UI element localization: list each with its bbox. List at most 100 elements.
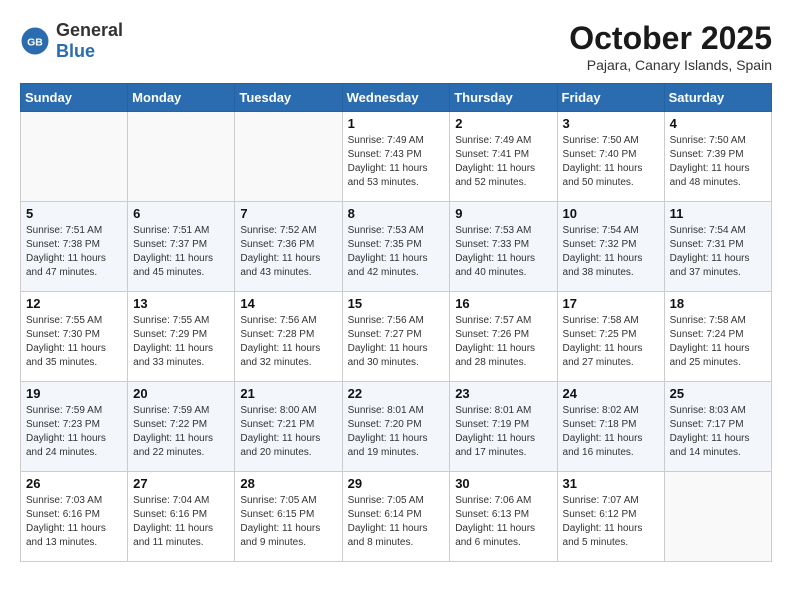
calendar-day-22: 22 Sunrise: 8:01 AMSunset: 7:20 PMDayligh… [342, 382, 450, 472]
day-info: Sunrise: 7:59 AMSunset: 7:23 PMDaylight:… [26, 404, 122, 460]
day-info: Sunrise: 8:01 AMSunset: 7:20 PMDaylight:… [348, 404, 445, 460]
logo-blue: Blue [56, 41, 95, 61]
day-info: Sunrise: 7:58 AMSunset: 7:25 PMDaylight:… [563, 314, 659, 370]
day-number: 13 [133, 296, 229, 311]
day-number: 22 [348, 386, 445, 401]
calendar-day-24: 24Sunrise: 8:02 AMSunset: 7:18 PMDayligh… [557, 382, 664, 472]
day-number: 4 [670, 116, 766, 131]
weekday-header-monday: Monday [128, 84, 235, 112]
day-number: 16 [455, 296, 551, 311]
calendar-day-29: 29 Sunrise: 7:05 AMSunset: 6:14 PMDayligh… [342, 472, 450, 562]
calendar-day-17: 17 Sunrise: 7:58 AMSunset: 7:25 PMDayligh… [557, 292, 664, 382]
day-info: Sunrise: 7:49 AMSunset: 7:41 PMDaylight:… [455, 134, 551, 190]
day-number: 21 [240, 386, 336, 401]
day-info: Sunrise: 7:03 AMSunset: 6:16 PMDaylight:… [26, 494, 122, 550]
calendar-day-25: 25 Sunrise: 8:03 AMSunset: 7:17 PMDayligh… [664, 382, 771, 472]
calendar-header-row: SundayMondayTuesdayWednesdayThursdayFrid… [21, 84, 772, 112]
page-header: GB General Blue October 2025 Pajara, Can… [20, 20, 772, 73]
day-number: 28 [240, 476, 336, 491]
day-info: Sunrise: 7:50 AMSunset: 7:40 PMDaylight:… [563, 134, 659, 190]
weekday-header-tuesday: Tuesday [235, 84, 342, 112]
day-info: Sunrise: 7:06 AMSunset: 6:13 PMDaylight:… [455, 494, 551, 550]
location-title: Pajara, Canary Islands, Spain [569, 57, 772, 73]
day-info: Sunrise: 7:59 AMSunset: 7:22 PMDaylight:… [133, 404, 229, 460]
day-number: 30 [455, 476, 551, 491]
day-number: 14 [240, 296, 336, 311]
day-number: 11 [670, 206, 766, 221]
day-number: 26 [26, 476, 122, 491]
calendar-day-20: 20Sunrise: 7:59 AMSunset: 7:22 PMDayligh… [128, 382, 235, 472]
day-info: Sunrise: 7:05 AMSunset: 6:15 PMDaylight:… [240, 494, 336, 550]
day-number: 2 [455, 116, 551, 131]
day-number: 31 [563, 476, 659, 491]
calendar-week-row: 12 Sunrise: 7:55 AMSunset: 7:30 PMDayligh… [21, 292, 772, 382]
calendar-week-row: 5 Sunrise: 7:51 AMSunset: 7:38 PMDaylight… [21, 202, 772, 292]
calendar-week-row: 26 Sunrise: 7:03 AMSunset: 6:16 PMDayligh… [21, 472, 772, 562]
day-info: Sunrise: 8:03 AMSunset: 7:17 PMDaylight:… [670, 404, 766, 460]
weekday-header-friday: Friday [557, 84, 664, 112]
calendar-day-6: 6Sunrise: 7:51 AMSunset: 7:37 PMDaylight… [128, 202, 235, 292]
calendar-day-empty [128, 112, 235, 202]
day-info: Sunrise: 7:57 AMSunset: 7:26 PMDaylight:… [455, 314, 551, 370]
calendar-day-empty [21, 112, 128, 202]
day-number: 5 [26, 206, 122, 221]
calendar-day-empty [664, 472, 771, 562]
day-info: Sunrise: 7:04 AMSunset: 6:16 PMDaylight:… [133, 494, 229, 550]
svg-text:GB: GB [27, 37, 43, 49]
title-block: October 2025 Pajara, Canary Islands, Spa… [569, 20, 772, 73]
day-info: Sunrise: 7:53 AMSunset: 7:35 PMDaylight:… [348, 224, 445, 280]
logo-general: General [56, 20, 123, 40]
calendar-day-empty [235, 112, 342, 202]
day-info: Sunrise: 7:05 AMSunset: 6:14 PMDaylight:… [348, 494, 445, 550]
calendar-week-row: 19 Sunrise: 7:59 AMSunset: 7:23 PMDayligh… [21, 382, 772, 472]
calendar-day-2: 2 Sunrise: 7:49 AMSunset: 7:41 PMDaylight… [450, 112, 557, 202]
calendar-day-31: 31 Sunrise: 7:07 AMSunset: 6:12 PMDayligh… [557, 472, 664, 562]
day-info: Sunrise: 7:49 AMSunset: 7:43 PMDaylight:… [348, 134, 445, 190]
day-info: Sunrise: 7:51 AMSunset: 7:38 PMDaylight:… [26, 224, 122, 280]
day-info: Sunrise: 7:55 AMSunset: 7:30 PMDaylight:… [26, 314, 122, 370]
day-number: 29 [348, 476, 445, 491]
logo-icon: GB [20, 26, 50, 56]
calendar-day-30: 30 Sunrise: 7:06 AMSunset: 6:13 PMDayligh… [450, 472, 557, 562]
day-info: Sunrise: 8:02 AMSunset: 7:18 PMDaylight:… [563, 404, 659, 460]
weekday-header-sunday: Sunday [21, 84, 128, 112]
day-info: Sunrise: 7:54 AMSunset: 7:32 PMDaylight:… [563, 224, 659, 280]
day-info: Sunrise: 8:00 AMSunset: 7:21 PMDaylight:… [240, 404, 336, 460]
day-number: 27 [133, 476, 229, 491]
calendar-day-15: 15 Sunrise: 7:56 AMSunset: 7:27 PMDayligh… [342, 292, 450, 382]
calendar-day-1: 1 Sunrise: 7:49 AMSunset: 7:43 PMDaylight… [342, 112, 450, 202]
calendar-day-16: 16 Sunrise: 7:57 AMSunset: 7:26 PMDayligh… [450, 292, 557, 382]
day-number: 25 [670, 386, 766, 401]
day-number: 17 [563, 296, 659, 311]
month-title: October 2025 [569, 20, 772, 57]
calendar-day-23: 23Sunrise: 8:01 AMSunset: 7:19 PMDayligh… [450, 382, 557, 472]
day-info: Sunrise: 7:56 AMSunset: 7:27 PMDaylight:… [348, 314, 445, 370]
calendar-table: SundayMondayTuesdayWednesdayThursdayFrid… [20, 83, 772, 562]
calendar-day-12: 12 Sunrise: 7:55 AMSunset: 7:30 PMDayligh… [21, 292, 128, 382]
day-info: Sunrise: 7:53 AMSunset: 7:33 PMDaylight:… [455, 224, 551, 280]
calendar-day-27: 27 Sunrise: 7:04 AMSunset: 6:16 PMDayligh… [128, 472, 235, 562]
calendar-day-8: 8 Sunrise: 7:53 AMSunset: 7:35 PMDaylight… [342, 202, 450, 292]
day-number: 8 [348, 206, 445, 221]
day-info: Sunrise: 7:56 AMSunset: 7:28 PMDaylight:… [240, 314, 336, 370]
calendar-day-26: 26 Sunrise: 7:03 AMSunset: 6:16 PMDayligh… [21, 472, 128, 562]
calendar-day-7: 7 Sunrise: 7:52 AMSunset: 7:36 PMDaylight… [235, 202, 342, 292]
logo: GB General Blue [20, 20, 123, 62]
calendar-day-14: 14 Sunrise: 7:56 AMSunset: 7:28 PMDayligh… [235, 292, 342, 382]
day-info: Sunrise: 7:52 AMSunset: 7:36 PMDaylight:… [240, 224, 336, 280]
day-info: Sunrise: 7:55 AMSunset: 7:29 PMDaylight:… [133, 314, 229, 370]
day-number: 3 [563, 116, 659, 131]
day-number: 6 [133, 206, 229, 221]
day-number: 12 [26, 296, 122, 311]
day-number: 15 [348, 296, 445, 311]
day-info: Sunrise: 7:07 AMSunset: 6:12 PMDaylight:… [563, 494, 659, 550]
day-number: 9 [455, 206, 551, 221]
day-number: 1 [348, 116, 445, 131]
calendar-day-19: 19 Sunrise: 7:59 AMSunset: 7:23 PMDayligh… [21, 382, 128, 472]
day-number: 19 [26, 386, 122, 401]
day-info: Sunrise: 7:50 AMSunset: 7:39 PMDaylight:… [670, 134, 766, 190]
day-number: 7 [240, 206, 336, 221]
calendar-day-5: 5 Sunrise: 7:51 AMSunset: 7:38 PMDaylight… [21, 202, 128, 292]
calendar-day-4: 4 Sunrise: 7:50 AMSunset: 7:39 PMDaylight… [664, 112, 771, 202]
weekday-header-saturday: Saturday [664, 84, 771, 112]
